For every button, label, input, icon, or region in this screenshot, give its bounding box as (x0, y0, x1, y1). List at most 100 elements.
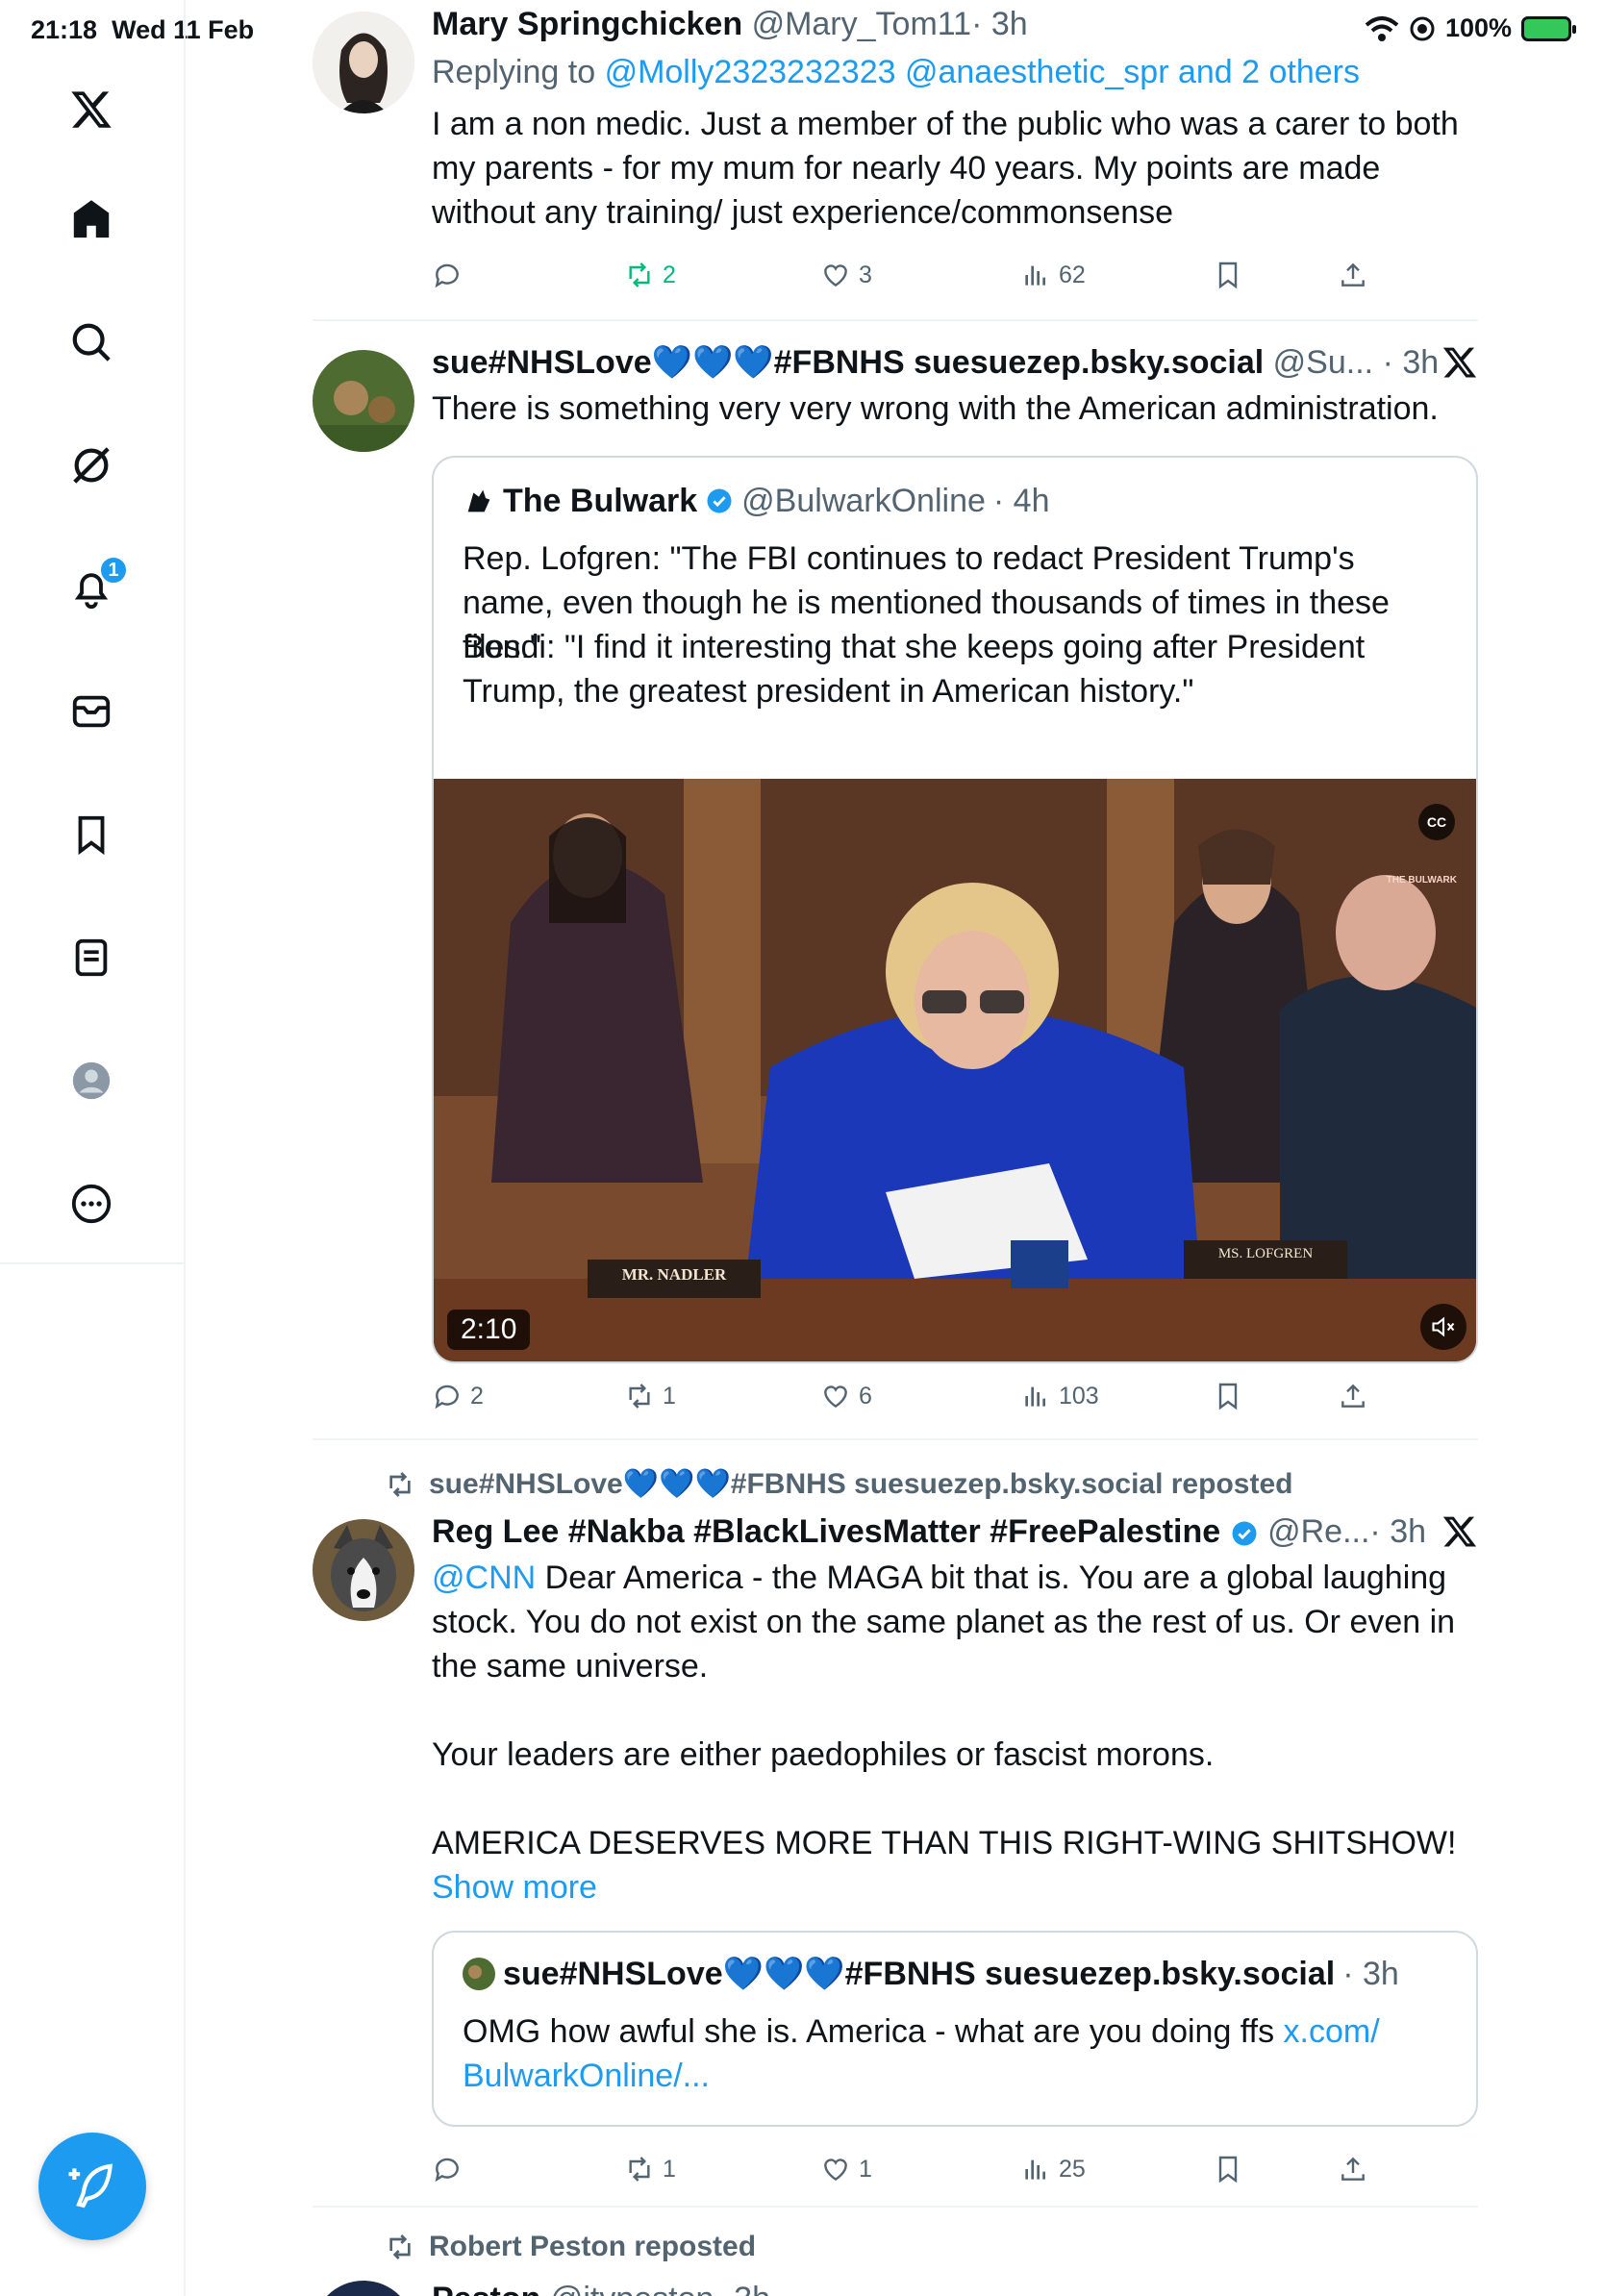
show-more-link[interactable]: Show more (432, 1869, 597, 1906)
repost-button[interactable]: 1 (624, 2150, 676, 2188)
mention-link[interactable]: @CNN (432, 1560, 536, 1596)
quoted-tweet[interactable]: The Bulwark @BulwarkOnline · 4h Rep. Lofg… (432, 456, 1478, 1363)
compose-feather-icon (68, 2163, 113, 2209)
tweet-time[interactable]: · 3h (714, 2281, 770, 2296)
more-icon[interactable] (64, 1177, 118, 1231)
quote-author-name[interactable]: The Bulwark (503, 481, 697, 521)
reply-button[interactable] (432, 256, 463, 294)
share-button[interactable] (1338, 256, 1368, 294)
repost-icon (629, 262, 650, 287)
avatar[interactable] (313, 12, 414, 113)
bookmark-button[interactable] (1213, 2150, 1243, 2188)
messages-icon[interactable] (64, 685, 118, 738)
repost-context-text: sue#NHSLove💙💙💙#FBNHS suesuezep.bsky.soci… (429, 1468, 1293, 1500)
quote-author-name[interactable]: sue#NHSLove💙💙💙#FBNHS suesuezep.bsky.soci… (503, 1954, 1335, 1994)
x-source-icon (1442, 347, 1477, 378)
quote-time[interactable]: · 3h (1342, 1954, 1399, 1994)
video-duration: 2:10 (447, 1310, 531, 1350)
views-button[interactable]: 62 (1020, 256, 1086, 294)
avatar[interactable] (313, 1519, 414, 1621)
quote-author-handle[interactable]: @BulwarkOnline (741, 481, 986, 521)
author-name[interactable]: sue#NHSLove💙💙💙#FBNHS suesuezep.bsky.soci… (432, 344, 1264, 381)
captions-button[interactable]: CC (1418, 804, 1455, 840)
tweet-actions: 1 1 25 (432, 2150, 1365, 2188)
tweet[interactable]: sue#NHSLove💙💙💙#FBNHS suesuezep.bsky.soci… (313, 321, 1478, 1440)
bookmarks-icon[interactable] (64, 808, 118, 861)
repost-context-text: Robert Peston reposted (429, 2231, 757, 2262)
share-button[interactable] (1338, 2150, 1368, 2188)
avatar[interactable] (313, 2281, 414, 2296)
author-name[interactable]: Reg Lee #Nakba #BlackLivesMatter #FreePa… (432, 1513, 1220, 1550)
grok-icon[interactable] (64, 438, 118, 492)
author-handle[interactable]: @Mary_Tom11 (752, 6, 972, 42)
bookmark-button[interactable] (1213, 1377, 1243, 1415)
muted-speaker-icon (1432, 1316, 1455, 1337)
avatar[interactable] (313, 350, 414, 452)
quote-text-2: Bondi: "I find it interesting that she k… (463, 629, 1366, 710)
reply-icon (435, 1385, 459, 1410)
search-icon[interactable] (64, 315, 118, 369)
like-count: 1 (859, 2155, 872, 2183)
repost-context[interactable]: Robert Peston reposted (385, 2231, 756, 2263)
author-handle[interactable]: @Su... (1273, 344, 1373, 381)
repost-count: 2 (663, 261, 676, 288)
video-watermark: THE BULWARK (1386, 875, 1457, 886)
tweet[interactable]: Mary Springchicken @Mary_Tom11· 3h Reply… (313, 0, 1478, 321)
tweet[interactable]: sue#NHSLove💙💙💙#FBNHS suesuezep.bsky.soci… (313, 1440, 1478, 2208)
verified-badge-icon (707, 488, 732, 513)
reply-button[interactable] (432, 2150, 463, 2188)
like-count: 6 (859, 1382, 872, 1410)
quoted-tweet[interactable]: sue#NHSLove💙💙💙#FBNHS suesuezep.bsky.soci… (432, 1931, 1478, 2127)
bookmark-icon (1218, 2156, 1238, 2184)
reply-to-links[interactable]: @Molly2323232323 @anaesthetic_spr and 2 … (605, 54, 1360, 90)
tweet-time[interactable]: · 3h (1369, 1513, 1426, 1550)
tweet-header: Reg Lee #Nakba #BlackLivesMatter #FreePa… (432, 1511, 1478, 1552)
like-button[interactable]: 3 (820, 256, 872, 294)
tweet-text-1: Dear America - the MAGA bit that is. You… (432, 1560, 1456, 1685)
tweet-header: sue#NHSLove💙💙💙#FBNHS suesuezep.bsky.soci… (432, 342, 1478, 383)
share-button[interactable] (1338, 1377, 1368, 1415)
repost-context[interactable]: sue#NHSLove💙💙💙#FBNHS suesuezep.bsky.soci… (385, 1467, 1292, 1501)
share-icon (1341, 262, 1365, 287)
home-icon[interactable] (64, 192, 118, 246)
author-handle[interactable]: @itvpeston (550, 2281, 714, 2296)
quote-time[interactable]: · 4h (993, 481, 1050, 521)
tweet[interactable]: Robert Peston reposted Peston @itvpeston… (313, 2208, 1478, 2296)
tweet-text: @CNN Dear America - the MAGA bit that is… (432, 1556, 1478, 1688)
repost-icon (389, 2234, 411, 2259)
reply-context: Replying to @Molly2323232323 @anaestheti… (432, 52, 1478, 92)
like-button[interactable]: 6 (820, 1377, 872, 1415)
share-icon (1341, 1384, 1365, 1408)
notifications-icon[interactable]: 1 (64, 556, 128, 615)
author-name[interactable]: Peston (432, 2281, 540, 2296)
x-source-icon (1442, 1516, 1477, 1547)
lists-icon[interactable] (64, 931, 118, 985)
repost-button[interactable]: 2 (624, 256, 676, 294)
bookmark-button[interactable] (1213, 256, 1243, 294)
views-button[interactable]: 103 (1020, 1377, 1099, 1415)
quote-header: sue#NHSLove💙💙💙#FBNHS suesuezep.bsky.soci… (463, 1954, 1399, 1994)
author-name[interactable]: Mary Springchicken (432, 6, 742, 42)
tweet-text: There is something very very wrong with … (432, 390, 1439, 427)
tweet-time[interactable]: · 3h (1383, 344, 1440, 381)
repost-count: 1 (663, 1382, 676, 1410)
nameplate-right: MS. LOFGREN (1217, 1246, 1314, 1261)
like-button[interactable]: 1 (820, 2150, 872, 2188)
author-handle[interactable]: @Re... (1267, 1513, 1369, 1550)
tweet-time[interactable]: · 3h (971, 6, 1028, 42)
quote-avatar (463, 1958, 495, 1990)
video-player[interactable]: MR. NADLER MS. LOFGREN THE BULWARK CC 2:… (434, 779, 1476, 1361)
repost-button[interactable]: 1 (624, 1377, 676, 1415)
repost-count: 1 (663, 2155, 676, 2183)
repost-icon (389, 1471, 411, 1497)
x-logo-icon[interactable] (64, 83, 118, 137)
heart-icon (824, 1385, 847, 1409)
views-button[interactable]: 25 (1020, 2150, 1086, 2188)
bookmark-icon (1218, 262, 1238, 289)
profile-icon[interactable] (64, 1054, 118, 1108)
views-icon (1025, 265, 1045, 286)
reply-button[interactable]: 2 (432, 1377, 484, 1415)
compose-button[interactable] (38, 2133, 146, 2240)
mute-button[interactable] (1420, 1304, 1466, 1350)
reply-icon (435, 2158, 459, 2183)
